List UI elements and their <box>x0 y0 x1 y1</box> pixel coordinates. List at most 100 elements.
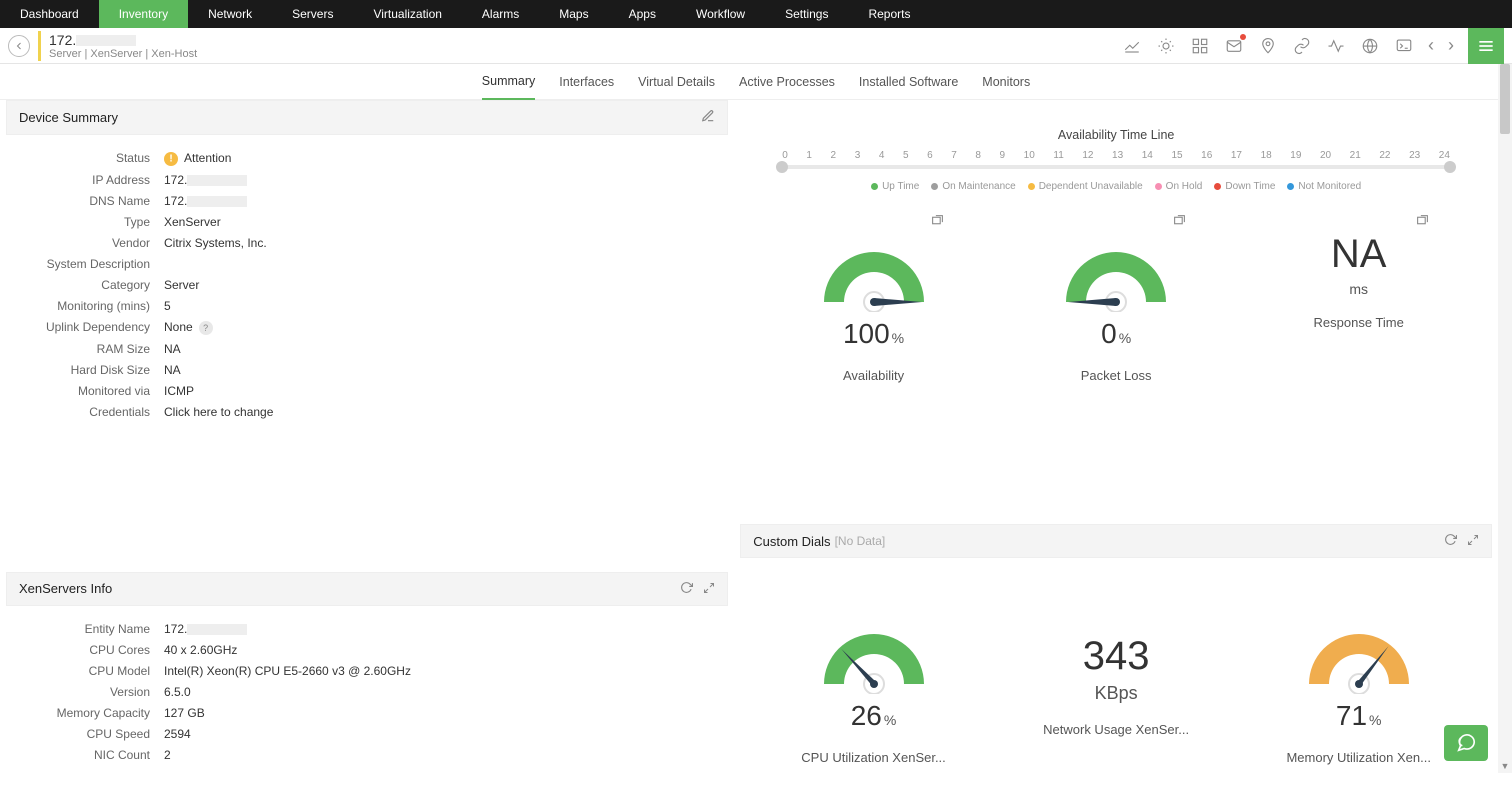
kv-value: 172. <box>164 173 715 187</box>
hour-tick: 21 <box>1350 150 1361 161</box>
nav-network[interactable]: Network <box>188 0 272 28</box>
kv-key: System Description <box>18 257 164 271</box>
availability-panel: Availability Time Line 01234567891011121… <box>740 100 1492 399</box>
xen-info-body: Entity Name172.CPU Cores40 x 2.60GHzCPU … <box>6 606 728 785</box>
nav-reports[interactable]: Reports <box>848 0 930 28</box>
hour-tick: 7 <box>951 150 957 161</box>
kv-row: IP Address172. <box>18 173 715 187</box>
kv-value: 5 <box>164 299 715 313</box>
kv-key: CPU Cores <box>18 643 164 657</box>
popout-icon[interactable] <box>1173 214 1186 230</box>
kv-value: 127 GB <box>164 706 715 720</box>
nav-alarms[interactable]: Alarms <box>462 0 539 28</box>
no-data-label: [No Data] <box>835 534 886 548</box>
expand-icon[interactable] <box>703 581 715 597</box>
scroll-down-icon[interactable]: ▼ <box>1498 759 1512 773</box>
nav-inventory[interactable]: Inventory <box>99 0 188 28</box>
hour-tick: 10 <box>1024 150 1035 161</box>
kv-key: NIC Count <box>18 748 164 762</box>
gauge-label: CPU Utilization XenSer... <box>784 750 964 765</box>
timeline-handle-right[interactable] <box>1444 161 1456 173</box>
popout-icon[interactable] <box>931 214 944 230</box>
link-icon[interactable] <box>1288 32 1316 60</box>
prev-button[interactable]: ‹ <box>1424 35 1438 56</box>
legend-dot-icon <box>1028 183 1035 190</box>
chart-icon[interactable] <box>1118 32 1146 60</box>
kv-value: 172. <box>164 194 715 208</box>
kv-value: 2594 <box>164 727 715 741</box>
hour-tick: 17 <box>1231 150 1242 161</box>
hour-tick: 18 <box>1261 150 1272 161</box>
kv-row: CategoryServer <box>18 278 715 292</box>
hour-tick: 3 <box>855 150 861 161</box>
nav-servers[interactable]: Servers <box>272 0 353 28</box>
redacted <box>187 624 247 635</box>
mail-icon[interactable] <box>1220 32 1248 60</box>
grid-icon[interactable] <box>1186 32 1214 60</box>
kv-value: 2 <box>164 748 715 762</box>
chat-button[interactable] <box>1444 725 1488 761</box>
kv-value: Server <box>164 278 715 292</box>
nav-workflow[interactable]: Workflow <box>676 0 765 28</box>
tab-summary[interactable]: Summary <box>482 64 535 100</box>
tab-installed-software[interactable]: Installed Software <box>859 65 958 99</box>
menu-button[interactable] <box>1468 28 1504 64</box>
kv-key: Category <box>18 278 164 292</box>
edit-icon[interactable] <box>701 109 715 126</box>
timeline-handle-left[interactable] <box>776 161 788 173</box>
gauge-packet-loss: 0 %Packet Loss <box>1026 232 1206 383</box>
kv-key: IP Address <box>18 173 164 187</box>
gauge-value: NA <box>1269 232 1449 277</box>
legend-dot-icon <box>1214 183 1221 190</box>
legend-label: Dependent Unavailable <box>1039 181 1143 192</box>
gauge-label: Availability <box>784 368 964 383</box>
device-summary-header: Device Summary <box>6 100 728 135</box>
custom-gauges: 26 %CPU Utilization XenSer...343KBpsNetw… <box>752 614 1480 765</box>
kv-row: Hard Disk SizeNA <box>18 363 715 377</box>
expand-icon[interactable] <box>1467 533 1479 549</box>
nav-apps[interactable]: Apps <box>609 0 676 28</box>
nav-virtualization[interactable]: Virtualization <box>353 0 461 28</box>
help-icon[interactable]: ? <box>199 321 213 335</box>
back-button[interactable] <box>8 35 30 57</box>
refresh-icon[interactable] <box>1444 533 1457 549</box>
globe-icon[interactable] <box>1356 32 1384 60</box>
tab-interfaces[interactable]: Interfaces <box>559 65 614 99</box>
hour-tick: 5 <box>903 150 909 161</box>
alert-icon[interactable] <box>1152 32 1180 60</box>
hour-tick: 16 <box>1201 150 1212 161</box>
panel-title: XenServers Info <box>19 581 112 596</box>
nav-maps[interactable]: Maps <box>539 0 608 28</box>
tab-active-processes[interactable]: Active Processes <box>739 65 835 99</box>
kv-key: Hard Disk Size <box>18 363 164 377</box>
next-button[interactable]: › <box>1444 35 1458 56</box>
host-title: 172. <box>49 32 76 48</box>
nav-settings[interactable]: Settings <box>765 0 848 28</box>
scroll-thumb[interactable] <box>1500 64 1510 134</box>
location-icon[interactable] <box>1254 32 1282 60</box>
legend-item: Dependent Unavailable <box>1028 181 1143 192</box>
terminal-icon[interactable] <box>1390 32 1418 60</box>
refresh-icon[interactable] <box>680 581 693 597</box>
tab-monitors[interactable]: Monitors <box>982 65 1030 99</box>
nav-dashboard[interactable]: Dashboard <box>0 0 99 28</box>
timeline-track[interactable] <box>782 165 1450 169</box>
kv-value: None? <box>164 320 715 335</box>
kv-key: Monitored via <box>18 384 164 398</box>
gauge-label: Network Usage XenSer... <box>1026 722 1206 737</box>
popout-icon[interactable] <box>1416 214 1429 230</box>
kv-row: RAM SizeNA <box>18 342 715 356</box>
legend-dot-icon <box>871 183 878 190</box>
legend-dot-icon <box>1287 183 1294 190</box>
hour-tick: 1 <box>806 150 812 161</box>
sub-header: 172. Server | XenServer | Xen-Host ‹ › <box>0 28 1512 64</box>
legend-item: On Maintenance <box>931 181 1015 192</box>
legend-item: On Hold <box>1155 181 1203 192</box>
scrollbar[interactable]: ▲ ▼ <box>1498 64 1512 773</box>
gauge-unit: ms <box>1269 281 1449 297</box>
tab-virtual-details[interactable]: Virtual Details <box>638 65 715 99</box>
activity-icon[interactable] <box>1322 32 1350 60</box>
kv-row: Memory Capacity127 GB <box>18 706 715 720</box>
kv-key: DNS Name <box>18 194 164 208</box>
kv-value[interactable]: Click here to change <box>164 405 715 419</box>
